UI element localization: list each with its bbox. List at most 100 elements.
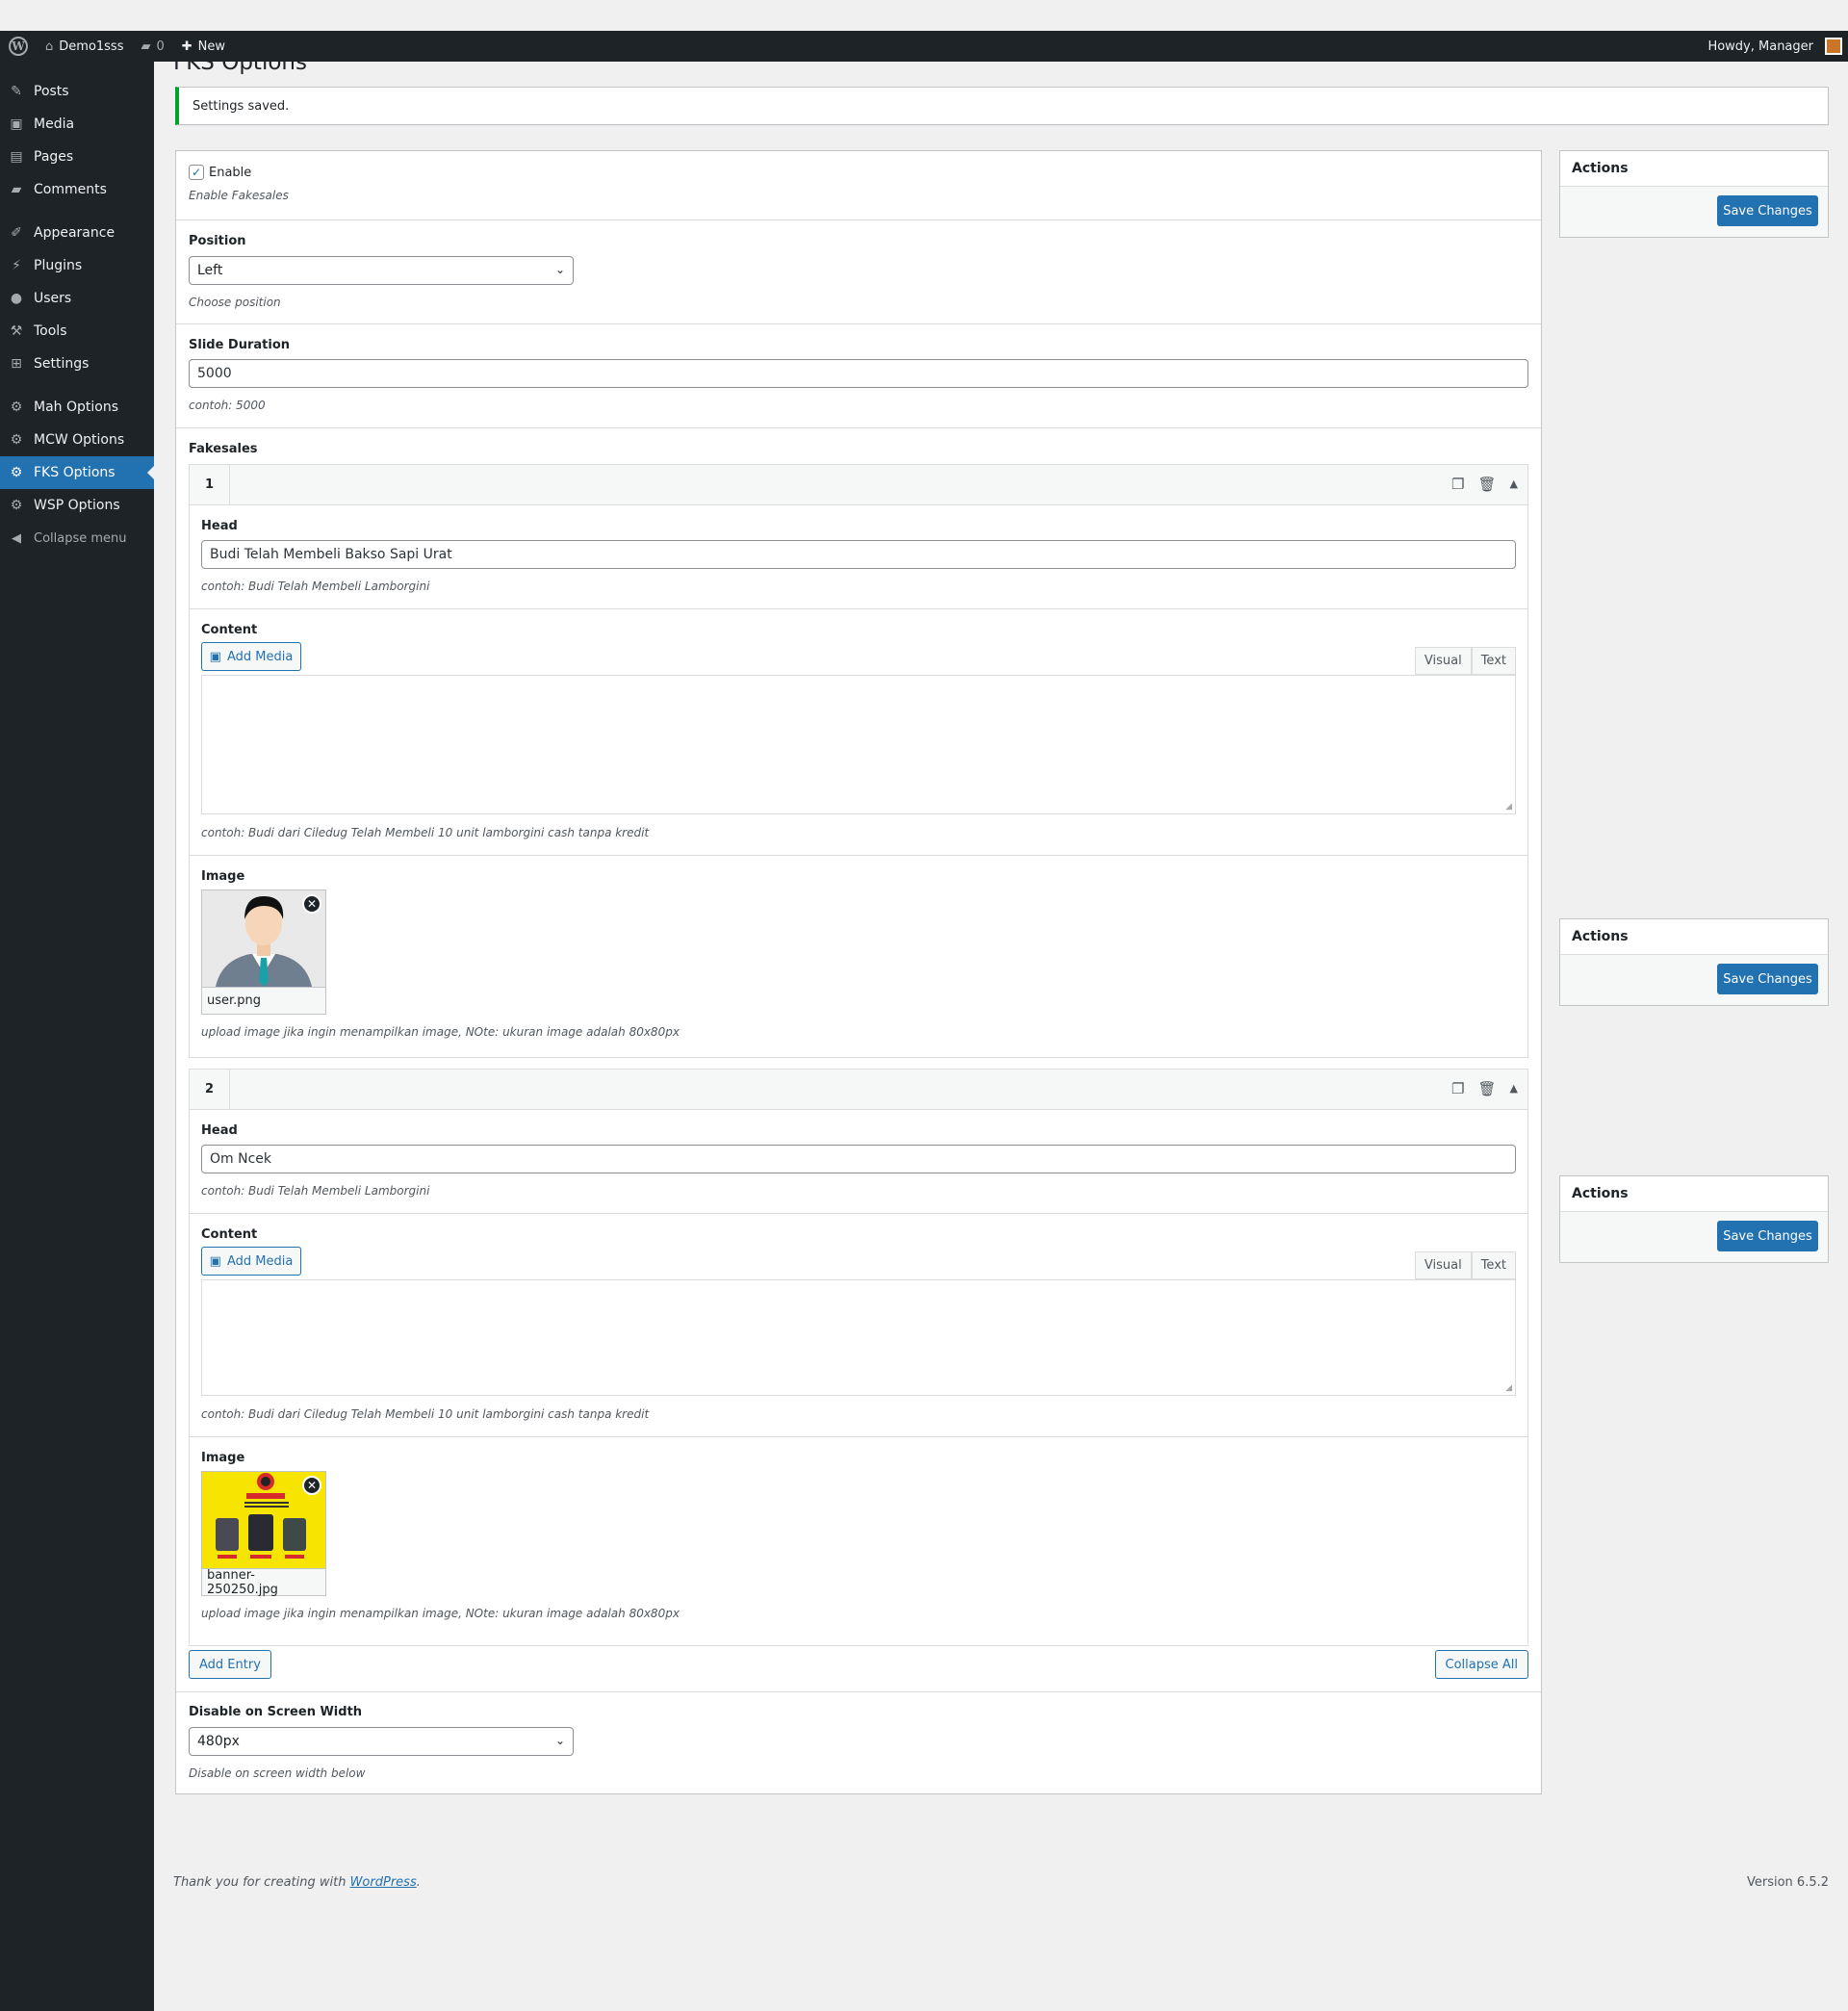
head-input[interactable]: Om Ncek [201,1145,1516,1173]
entry-content-field: Content ▣ Add Media Visual Text ◢ contoh… [190,1214,1527,1437]
comment-icon: ▰ [11,182,22,197]
actions-box: Actions Save Changes [1559,918,1829,1006]
slide-duration-label: Slide Duration [189,338,291,352]
content-label: Content [201,1227,258,1242]
comments-menu[interactable]: ▰ 0 [132,31,172,62]
sidebar-item-plugins[interactable]: ⚡ Plugins [0,249,154,282]
sidebar-item-users[interactable]: ● Users [0,282,154,315]
save-changes-button[interactable]: Save Changes [1717,964,1818,994]
save-changes-button[interactable]: Save Changes [1717,1221,1818,1251]
actions-box: Actions Save Changes [1559,1175,1829,1263]
sidebar-item-pages[interactable]: ▤ Pages [0,141,154,173]
resize-handle-icon[interactable]: ◢ [1505,1383,1512,1393]
fakesales-entry-1: 1 ❐ 🗑 ▲ Head Budi Telah Membeli Bakso Sa… [189,464,1528,1058]
duplicate-icon[interactable]: ❐ [1451,476,1464,493]
add-media-button[interactable]: ▣ Add Media [201,1247,301,1276]
content-editor[interactable]: ◢ [201,675,1516,814]
position-description: Choose position [189,296,281,309]
sidebar-item-label: Plugins [34,258,83,273]
collapse-menu-button[interactable]: ◀ Collapse menu [0,522,154,554]
add-media-button[interactable]: ▣ Add Media [201,642,301,671]
disable-width-select[interactable]: 480px ⌄ [189,1727,574,1756]
sidebar-item-mah-options[interactable]: ⚙ Mah Options [0,391,154,424]
save-changes-button[interactable]: Save Changes [1717,195,1818,226]
sidebar-item-label: WSP Options [34,498,120,513]
tab-text[interactable]: Text [1471,647,1516,675]
add-entry-button[interactable]: Add Entry [189,1650,271,1679]
image-thumbnail[interactable]: user.png ✕ [201,889,326,1015]
wp-logo-menu[interactable]: W [0,31,37,62]
settings-icon: ⊞ [11,356,22,372]
collapse-arrow-icon: ◀ [12,530,21,546]
fakesales-label: Fakesales [189,442,258,456]
disable-width-label: Disable on Screen Width [189,1705,363,1719]
actions-title: Actions [1560,1176,1828,1212]
resize-handle-icon[interactable]: ◢ [1505,802,1512,812]
head-input[interactable]: Budi Telah Membeli Bakso Sapi Urat [201,540,1516,569]
sidebar-item-label: Media [34,116,75,132]
add-media-label: Add Media [226,649,294,664]
tab-visual[interactable]: Visual [1414,647,1472,675]
chevron-down-icon: ⌄ [554,1734,565,1747]
duplicate-icon[interactable]: ❐ [1451,1080,1464,1097]
slide-duration-description: contoh: 5000 [189,399,266,412]
sidebar-item-label: Mah Options [34,400,118,415]
enable-checkbox[interactable]: ✓ [189,165,204,180]
sidebar-item-label: Tools [34,323,67,339]
sidebar-item-label: Comments [34,182,107,197]
trash-icon[interactable]: 🗑 [1477,476,1496,493]
image-description: upload image jika ingin menampilkan imag… [201,1607,680,1620]
plug-icon: ⚡ [12,258,21,273]
home-icon: ⌂ [45,39,54,54]
user-icon: ● [10,291,23,306]
site-name: Demo1sss [59,39,124,54]
my-account-menu[interactable]: Howdy, Manager [1699,31,1848,62]
sidebar-item-comments[interactable]: ▰ Comments [0,173,154,206]
avatar [1825,38,1842,55]
disable-width-selected-value: 480px [197,1734,240,1749]
content-description: contoh: Budi dari Ciledug Telah Membeli … [201,1407,650,1421]
trash-icon[interactable]: 🗑 [1477,1080,1496,1097]
footer-thanks-suffix: . [416,1875,421,1890]
sidebar-item-settings[interactable]: ⊞ Settings [0,348,154,380]
sidebar-item-media[interactable]: ▣ Media [0,108,154,141]
content-editor[interactable]: ◢ [201,1279,1516,1396]
sidebar-item-label: MCW Options [34,432,125,448]
actions-title: Actions [1560,151,1828,187]
howdy-text: Howdy, Manager [1707,39,1813,54]
entry-header[interactable]: 1 ❐ 🗑 ▲ [190,464,1527,505]
tab-text[interactable]: Text [1471,1251,1516,1279]
wordpress-link[interactable]: WordPress [350,1875,417,1890]
position-select[interactable]: Left ⌄ [189,256,574,285]
site-name-menu[interactable]: ⌂ Demo1sss [37,31,132,62]
collapse-arrow-up-icon[interactable]: ▲ [1510,476,1518,493]
head-description: contoh: Budi Telah Membeli Lamborgini [201,580,430,593]
collapse-all-button[interactable]: Collapse All [1434,1650,1528,1679]
disable-width-field: Disable on Screen Width 480px ⌄ Disable … [176,1691,1541,1793]
content-label: Content [201,623,258,637]
sidebar-item-mcw-options[interactable]: ⚙ MCW Options [0,424,154,456]
remove-image-close-icon[interactable]: ✕ [302,1476,321,1495]
add-media-icon: ▣ [209,1253,221,1269]
image-thumbnail[interactable]: banner-250250.jpg ✕ [201,1471,326,1597]
disable-width-description: Disable on screen width below [189,1766,366,1780]
entry-head-field: Head Budi Telah Membeli Bakso Sapi Urat … [190,505,1527,609]
entry-content-field: Content ▣ Add Media Visual Text ◢ contoh… [190,609,1527,856]
entry-number: 1 [190,464,230,505]
sidebar-item-wsp-options[interactable]: ⚙ WSP Options [0,489,154,522]
sidebar-item-appearance[interactable]: ✐ Appearance [0,217,154,249]
sidebar-item-label: Users [34,291,72,306]
entry-image-field: Image banner-250250.jpg ✕ upload image j… [190,1437,1527,1639]
tab-visual[interactable]: Visual [1414,1251,1472,1279]
sidebar-item-fks-options[interactable]: ⚙ FKS Options [0,456,155,489]
collapse-arrow-up-icon[interactable]: ▲ [1510,1080,1518,1097]
remove-image-close-icon[interactable]: ✕ [302,894,321,914]
sidebar-item-posts[interactable]: ✎ Posts [0,75,154,108]
gear-icon: ⚙ [10,498,23,513]
entry-header[interactable]: 2 ❐ 🗑 ▲ [190,1069,1527,1110]
image-description: upload image jika ingin menampilkan imag… [201,1025,680,1039]
sidebar-item-tools[interactable]: ⚒ Tools [0,315,154,348]
head-value: Budi Telah Membeli Bakso Sapi Urat [210,547,452,562]
slide-duration-input[interactable]: 5000 [189,359,1528,388]
sidebar-item-label: FKS Options [34,465,116,480]
